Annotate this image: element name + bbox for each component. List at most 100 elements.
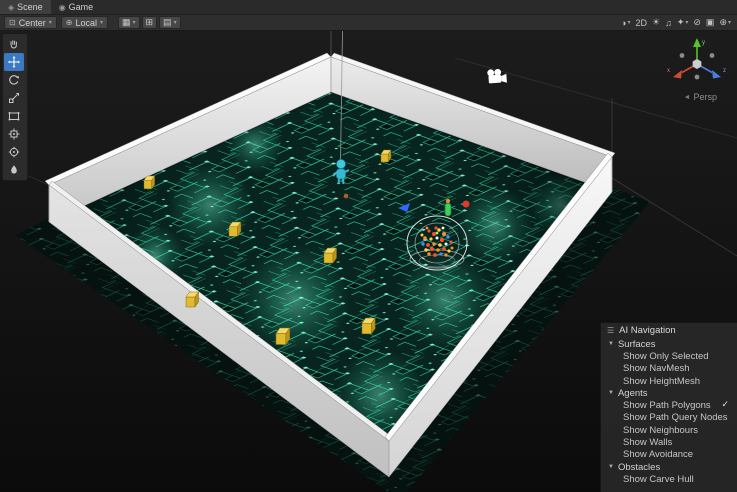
view-tool-button[interactable]: [4, 35, 24, 53]
rotate-icon: [9, 75, 19, 85]
hidden-objects-icon: ⊘: [693, 17, 701, 27]
toggle-show-avoidance[interactable]: Show Avoidance: [601, 449, 737, 461]
obstacle-block[interactable]: [143, 175, 155, 189]
2d-label: 2D: [635, 17, 647, 28]
toggle-show-neighbours[interactable]: Show Neighbours: [601, 424, 737, 436]
item-label: Show Avoidance: [623, 449, 694, 461]
chevron-down-icon: ▾: [99, 20, 103, 26]
unity-editor-window: ◈ Scene ◉ Game ⊡ Center ▾ ⊕ Local ▾ ▦ ▾ …: [0, 0, 737, 492]
custom-tool-icon: [8, 146, 20, 158]
snap-settings-icon: ▤: [163, 17, 172, 27]
projection-toggle[interactable]: ◄ Persp: [684, 92, 717, 102]
rect-tool-button[interactable]: [4, 107, 24, 125]
item-label: Show Carve Hull: [623, 473, 694, 485]
chevron-down-icon: ▾: [173, 20, 177, 26]
tab-game[interactable]: ◉ Game: [51, 0, 102, 14]
scene-audio-toggle[interactable]: ♫: [665, 18, 672, 28]
camera-settings-button[interactable]: ▣: [706, 17, 715, 28]
axis-y-cone[interactable]: [693, 38, 701, 47]
grid-visibility-button[interactable]: ▦ ▾: [117, 16, 140, 29]
toggle-show-heightmesh[interactable]: Show HeightMesh: [601, 375, 737, 387]
tab-bar: ◈ Scene ◉ Game: [0, 0, 737, 15]
orientation-dropdown[interactable]: ⊕ Local ▾: [60, 16, 108, 29]
gizmo-center-cube[interactable]: [692, 58, 702, 70]
chevron-down-icon: ▾: [685, 20, 689, 26]
axis-z-label: z: [723, 68, 726, 74]
ai-navigation-header[interactable]: ☰ AI Navigation: [601, 323, 737, 338]
shading-mode-button[interactable]: ◑ ▾: [621, 18, 630, 28]
snap-increment-button[interactable]: ⊞: [141, 16, 158, 29]
obstacle-block[interactable]: [228, 221, 242, 237]
scene-lighting-toggle[interactable]: ☀: [652, 17, 660, 28]
snap-icon: ⊞: [145, 17, 154, 27]
item-label: Show Only Selected: [623, 350, 709, 362]
item-label: Show HeightMesh: [623, 375, 701, 387]
toggle-show-only-selected[interactable]: Show Only Selected: [601, 350, 737, 362]
snap-settings-button[interactable]: ▤ ▾: [159, 16, 181, 29]
ai-navigation-panel[interactable]: ☰ AI Navigation ▼ Surfaces Show Only Sel…: [600, 322, 737, 492]
obstacle-block[interactable]: [275, 327, 291, 345]
item-label: Show Walls: [623, 437, 673, 449]
orientation-gizmo[interactable]: y x z: [665, 34, 729, 94]
scene-effects-button[interactable]: ✦ ▾: [677, 17, 689, 28]
tools-overlay: [2, 33, 28, 181]
toggle-show-navmesh[interactable]: Show NavMesh: [601, 363, 737, 375]
section-label: Agents: [617, 387, 648, 399]
game-tab-icon: ◉: [58, 2, 66, 12]
tab-scene[interactable]: ◈ Scene: [0, 0, 51, 14]
scene-toolbar: ⊡ Center ▾ ⊕ Local ▾ ▦ ▾ ⊞ ▤ ▾ ◑ ▾ 2D ☀ …: [0, 15, 737, 31]
section-agents[interactable]: ▼ Agents: [601, 387, 737, 399]
section-surfaces[interactable]: ▼ Surfaces: [601, 338, 737, 350]
pivot-dropdown[interactable]: ⊡ Center ▾: [4, 16, 57, 29]
toggle-show-path-query-nodes[interactable]: Show Path Query Nodes: [601, 412, 737, 424]
section-label: Obstacles: [617, 461, 661, 473]
target-sphere[interactable]: [462, 200, 470, 208]
scale-tool-button[interactable]: [4, 89, 24, 107]
axis-x-cone[interactable]: [673, 70, 682, 79]
section-obstacles[interactable]: ▼ Obstacles: [601, 461, 737, 473]
axis-z-cone[interactable]: [712, 70, 721, 79]
panel-title: AI Navigation: [619, 325, 676, 336]
axis-x-label: x: [667, 68, 670, 74]
view-2d-toggle[interactable]: 2D: [635, 18, 647, 28]
chevron-down-icon: ▾: [132, 20, 136, 26]
snap-controls: ▦ ▾ ⊞ ▤ ▾: [117, 16, 181, 29]
section-label: Surfaces: [617, 338, 656, 350]
axis-neg-z[interactable]: [679, 53, 685, 58]
axis-neg-x[interactable]: [709, 53, 715, 58]
rotate-tool-button[interactable]: [4, 71, 24, 89]
flame-tool-icon: [11, 165, 17, 174]
shaded-sphere-icon: ◑: [621, 17, 627, 28]
axis-neg-y[interactable]: [694, 74, 700, 80]
orientation-icon: ⊕: [65, 18, 73, 27]
scale-icon: [9, 93, 19, 103]
toggle-show-path-polygons[interactable]: Show Path Polygons ✓: [601, 399, 737, 411]
obstacle-block[interactable]: [361, 317, 376, 335]
obstacle-block[interactable]: [323, 247, 337, 264]
obstacle-block[interactable]: [185, 291, 199, 308]
editor-tool-button[interactable]: [4, 161, 24, 179]
scene-tab-label: Scene: [17, 2, 43, 12]
rect-icon: [8, 112, 20, 121]
light-icon: ☀: [651, 17, 661, 27]
audio-icon: ♫: [665, 17, 672, 28]
move-tool-button[interactable]: [4, 53, 24, 71]
obstacle-block[interactable]: [380, 149, 392, 163]
hand-icon: [10, 40, 17, 49]
item-label: Show Path Polygons: [623, 400, 711, 412]
gizmos-icon: ⊕: [719, 17, 727, 27]
custom-tool-button[interactable]: [4, 143, 24, 161]
transform-tool-button[interactable]: [4, 125, 24, 143]
item-label: Show NavMesh: [623, 363, 690, 375]
toggle-show-walls[interactable]: Show Walls: [601, 436, 737, 448]
effects-icon: ✦: [676, 17, 685, 27]
menu-icon: ☰: [607, 326, 615, 335]
pivot-icon: ⊡: [9, 18, 16, 27]
game-tab-label: Game: [68, 2, 94, 12]
toggle-show-carve-hull[interactable]: Show Carve Hull: [601, 473, 737, 485]
grid-icon: ▦: [121, 17, 131, 27]
collapse-icon: ▼: [608, 341, 614, 348]
chevron-down-icon: ▾: [627, 20, 631, 26]
hidden-objects-toggle[interactable]: ⊘: [693, 17, 701, 28]
gizmos-menu-button[interactable]: ⊕ ▾: [719, 17, 731, 28]
